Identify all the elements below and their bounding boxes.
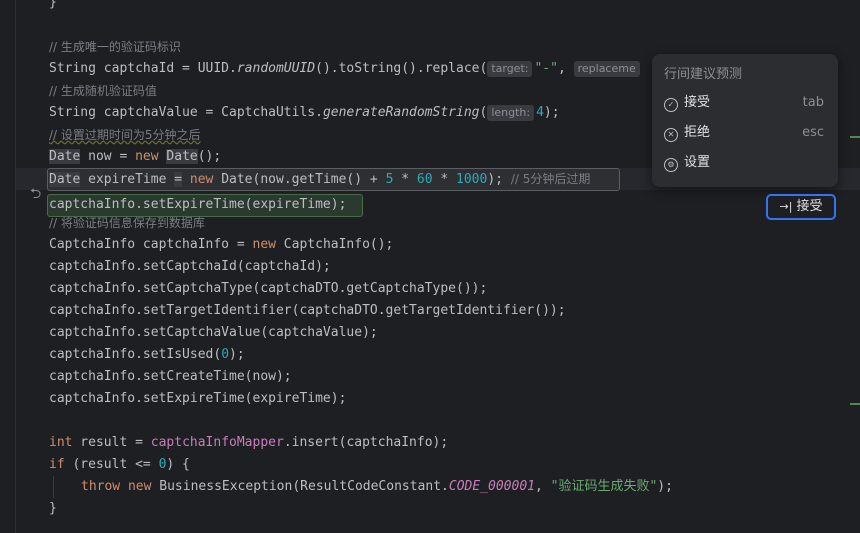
code-line: CaptchaInfo captchaInfo = new CaptchaInf… [49,237,394,252]
code-line: throw new BusinessException(ResultCodeCo… [81,479,673,494]
code-line: captchaInfo.setCaptchaId(captchaId); [49,259,331,274]
code-line: captchaInfo.setCreateTime(now); [49,369,292,384]
tab-arrow-icon: →| [779,200,793,213]
suggestion-popup: 行间建议预测 ✓ 接受 tab ✕ 拒绝 esc ⚙ 设置 [652,54,838,187]
editor-gutter [0,0,16,533]
code-line: String captchaValue = CaptchaUtils.gener… [49,105,560,121]
param-hint: target: [487,61,533,77]
popup-reject-item[interactable]: ✕ 拒绝 esc [664,121,824,145]
gear-icon: ⚙ [664,158,678,172]
code-line: if (result <= 0) { [49,457,190,472]
comment-line: // 设置过期时间为5分钟之后 [49,128,201,142]
indent-guide [53,476,54,498]
code-line: captchaInfo.setCaptchaValue(captchaValue… [49,325,378,340]
comment-line: // 生成随机验证码值 [49,84,157,98]
check-circle-icon: ✓ [664,98,678,112]
popup-accept-item[interactable]: ✓ 接受 tab [664,91,824,115]
code-line: captchaInfo.setCaptchaType(captchaDTO.ge… [49,281,488,296]
shortcut-label: tab [802,95,824,110]
code-line: } [49,501,57,516]
code-line: captchaInfo.setExpireTime(expireTime); [49,391,347,406]
code-line: captchaInfo.setIsUsed(0); [49,347,245,362]
comment-line: // 生成唯一的验证码标识 [49,40,181,54]
x-circle-icon: ✕ [664,128,678,142]
param-hint: length: [487,105,535,121]
code-line: captchaInfo.setTargetIdentifier(captchaD… [49,303,566,318]
code-line: int result = captchaInfoMapper.insert(ca… [49,435,449,450]
popup-title: 行间建议预测 [664,67,743,82]
comment-line: // 将验证码信息保存到数据库 [49,216,205,230]
popup-settings-item[interactable]: ⚙ 设置 [664,151,824,175]
code-line-current: Date expireTime = new Date(now.getTime()… [49,172,591,187]
code-line: Date now = new Date(); [49,149,222,164]
accept-suggestion-button[interactable]: →| 接受 [766,194,836,220]
code-line: } [49,0,57,10]
change-marker [850,403,860,405]
shortcut-label: esc [802,125,824,140]
code-line: String captchaId = UUID.randomUUID().toS… [49,58,642,80]
change-marker [850,136,860,138]
param-hint: replaceme [573,61,640,77]
